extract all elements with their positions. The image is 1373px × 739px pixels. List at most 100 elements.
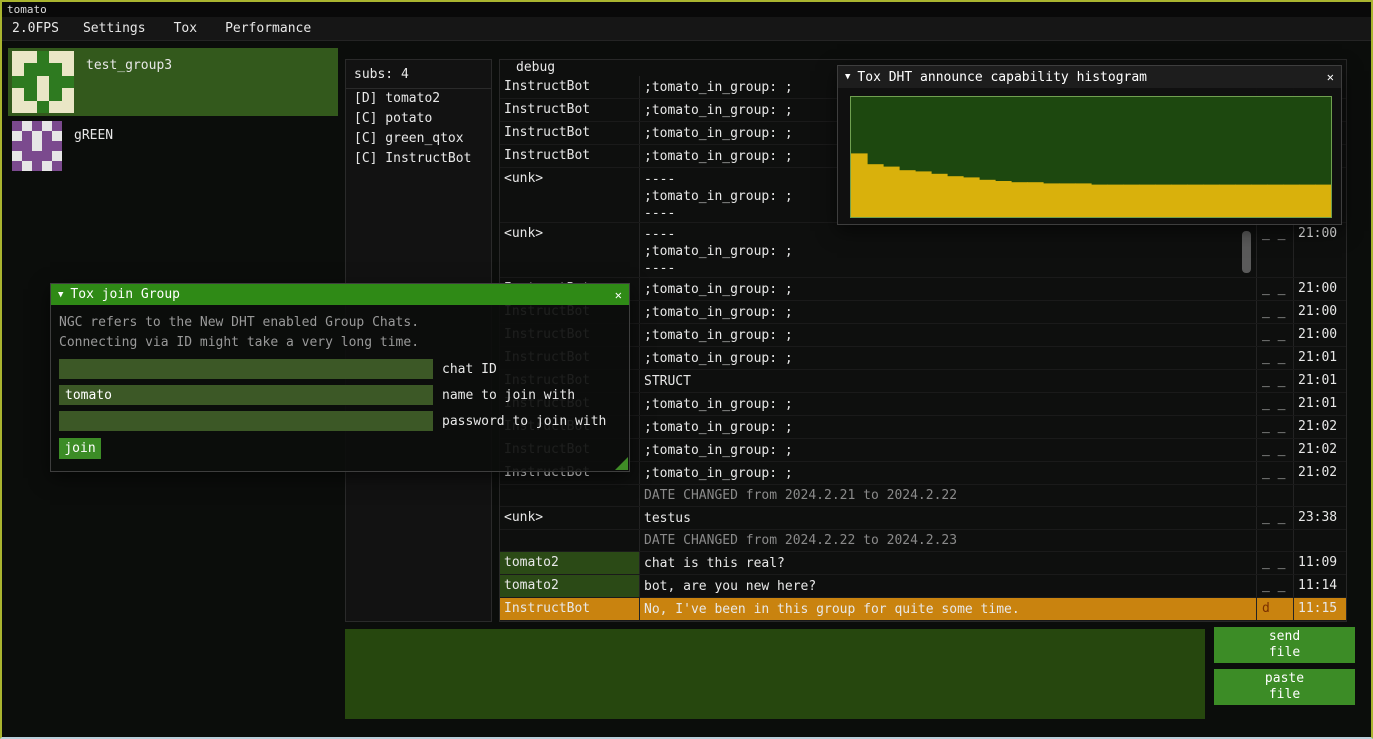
join-password-row: password to join with — [59, 411, 621, 431]
join-window-titlebar[interactable]: ▼ Tox join Group ✕ — [51, 284, 629, 305]
join-name-input[interactable] — [59, 385, 433, 405]
message-row[interactable]: InstructBotNo, I've been in this group f… — [500, 598, 1346, 621]
delivery-status: d — [1256, 598, 1293, 620]
message-line: ;tomato_in_group: ; — [644, 419, 1256, 436]
resize-grip[interactable] — [615, 457, 628, 470]
menu-item-tox[interactable]: Tox — [160, 17, 211, 40]
group-name: test_group3 — [86, 51, 172, 73]
delivery-status: _ _ — [1256, 324, 1293, 346]
fps-counter: 2.0FPS — [2, 21, 69, 36]
sender-name: tomato2 — [500, 552, 640, 574]
message-time: 21:01 — [1293, 370, 1346, 392]
date-name-spacer — [500, 530, 640, 551]
message-line: ;tomato_in_group: ; — [644, 396, 1256, 413]
message-text: STRUCT — [640, 370, 1256, 392]
group-item-gREEN[interactable]: gREEN — [8, 118, 338, 176]
menu-item-performance[interactable]: Performance — [211, 17, 325, 40]
join-password-label: password to join with — [442, 414, 606, 429]
message-line: ;tomato_in_group: ; — [644, 304, 1256, 321]
member-item[interactable]: [D] tomato2 — [346, 89, 491, 109]
message-line: ;tomato_in_group: ; — [644, 350, 1256, 367]
delivery-status: _ _ — [1256, 416, 1293, 438]
sender-name: <unk> — [500, 223, 640, 277]
message-time: 21:00 — [1293, 223, 1346, 277]
message-row[interactable]: <unk>----;tomato_in_group: ;----_ _21:00 — [500, 223, 1346, 278]
delivery-status: _ _ — [1256, 393, 1293, 415]
send-file-button[interactable]: send file — [1214, 627, 1355, 663]
group-avatar — [12, 121, 62, 171]
message-text: ;tomato_in_group: ; — [640, 462, 1256, 484]
message-input[interactable] — [345, 629, 1205, 719]
message-text: ;tomato_in_group: ; — [640, 301, 1256, 323]
message-time: 21:02 — [1293, 439, 1346, 461]
message-row[interactable]: tomato2chat is this real?_ _11:09 — [500, 552, 1346, 575]
group-avatar — [12, 51, 74, 113]
sender-name: InstructBot — [500, 598, 640, 620]
message-row[interactable]: <unk>testus_ _23:38 — [500, 507, 1346, 530]
message-time: 21:00 — [1293, 301, 1346, 323]
sender-name: <unk> — [500, 168, 640, 222]
message-line: ;tomato_in_group: ; — [644, 243, 1256, 260]
menu-bar: 2.0FPS SettingsToxPerformance — [2, 17, 1371, 41]
message-text: ;tomato_in_group: ; — [640, 439, 1256, 461]
message-text: bot, are you new here? — [640, 575, 1256, 597]
message-line: ---- — [644, 226, 1256, 243]
histogram-collapse-icon[interactable]: ▼ — [845, 72, 850, 82]
message-text: ;tomato_in_group: ; — [640, 416, 1256, 438]
chat-id-label: chat ID — [442, 362, 497, 377]
message-time: 21:00 — [1293, 278, 1346, 300]
message-time: 11:14 — [1293, 575, 1346, 597]
message-time: 21:01 — [1293, 393, 1346, 415]
message-line: No, I've been in this group for quite so… — [644, 601, 1256, 618]
date-separator-row: DATE CHANGED from 2024.2.21 to 2024.2.22 — [500, 485, 1346, 507]
date-changed-text: DATE CHANGED from 2024.2.21 to 2024.2.22 — [640, 485, 1256, 506]
join-collapse-icon[interactable]: ▼ — [58, 290, 63, 300]
join-password-input[interactable] — [59, 411, 433, 431]
menu-items: SettingsToxPerformance — [69, 17, 325, 40]
paste-file-button[interactable]: paste file — [1214, 669, 1355, 705]
message-text: chat is this real? — [640, 552, 1256, 574]
join-button[interactable]: join — [59, 438, 101, 459]
menu-item-settings[interactable]: Settings — [69, 17, 160, 40]
delivery-status: _ _ — [1256, 278, 1293, 300]
message-line: ---- — [644, 260, 1256, 277]
chat-id-row: chat ID — [59, 359, 621, 379]
message-text: ;tomato_in_group: ; — [640, 324, 1256, 346]
window-title: tomato — [7, 3, 47, 16]
chat-id-input[interactable] — [59, 359, 433, 379]
histogram-close-icon[interactable]: ✕ — [1327, 70, 1334, 84]
delivery-status: _ _ — [1256, 370, 1293, 392]
message-line: bot, are you new here? — [644, 578, 1256, 595]
delivery-status: _ _ — [1256, 507, 1293, 529]
window-titlebar[interactable]: tomato — [2, 2, 1371, 17]
join-hint-line2: Connecting via ID might take a very long… — [59, 333, 621, 353]
delivery-status: _ _ — [1256, 552, 1293, 574]
message-line: testus — [644, 510, 1256, 527]
sender-name: InstructBot — [500, 99, 640, 121]
message-time: 21:02 — [1293, 416, 1346, 438]
member-list: [D] tomato2[C] potato[C] green_qtox[C] I… — [346, 89, 491, 169]
message-text: ----;tomato_in_group: ;---- — [640, 223, 1256, 277]
delivery-status: _ _ — [1256, 462, 1293, 484]
message-row[interactable]: tomato2bot, are you new here?_ _11:14 — [500, 575, 1346, 598]
histogram-window-titlebar[interactable]: ▼ Tox DHT announce capability histogram … — [838, 66, 1341, 88]
message-time: 11:15 — [1293, 598, 1346, 620]
histogram-window-title: Tox DHT announce capability histogram — [857, 70, 1147, 85]
group-item-test_group3[interactable]: test_group3 — [8, 48, 338, 116]
member-item[interactable]: [C] InstructBot — [346, 149, 491, 169]
message-line: ;tomato_in_group: ; — [644, 281, 1256, 298]
join-close-icon[interactable]: ✕ — [615, 288, 622, 302]
date-name-spacer — [500, 485, 640, 506]
message-text: ;tomato_in_group: ; — [640, 347, 1256, 369]
message-text: ;tomato_in_group: ; — [640, 278, 1256, 300]
message-text: No, I've been in this group for quite so… — [640, 598, 1256, 620]
histogram-bars — [851, 97, 1331, 217]
member-item[interactable]: [C] potato — [346, 109, 491, 129]
group-name: gREEN — [74, 121, 113, 143]
message-line: STRUCT — [644, 373, 1256, 390]
sender-name: tomato2 — [500, 575, 640, 597]
member-item[interactable]: [C] green_qtox — [346, 129, 491, 149]
message-text: ;tomato_in_group: ; — [640, 393, 1256, 415]
chat-scrollbar[interactable] — [1242, 231, 1251, 273]
message-time: 11:09 — [1293, 552, 1346, 574]
